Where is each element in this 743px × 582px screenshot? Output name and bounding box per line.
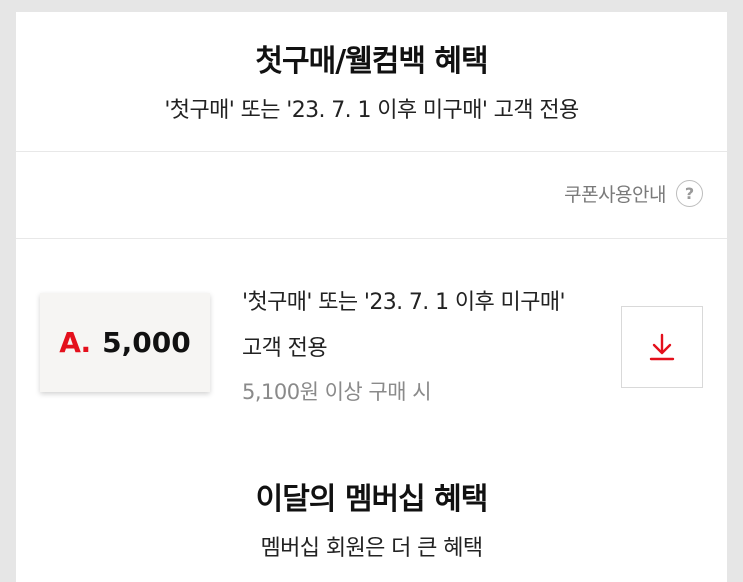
membership-section-subtitle: 멤버십 회원은 더 큰 혜택: [260, 536, 484, 561]
coupon-condition: 5,100원 이상 구매 시: [242, 380, 432, 404]
membership-section-title: 이달의 멤버십 혜택: [255, 482, 489, 517]
brand-logo: A.: [59, 326, 91, 359]
page-subtitle: '첫구매' 또는 '23. 7. 1 이후 미구매' 고객 전용: [164, 98, 579, 123]
coupon-download-button[interactable]: [621, 306, 703, 388]
benefit-panel: 첫구매/웰컴백 혜택 '첫구매' 또는 '23. 7. 1 이후 미구매' 고객…: [16, 12, 727, 582]
first-purchase-header: 첫구매/웰컴백 혜택 '첫구매' 또는 '23. 7. 1 이후 미구매' 고객…: [16, 12, 727, 152]
page-title: 첫구매/웰컴백 혜택: [255, 44, 488, 79]
coupon-info: '첫구매' 또는 '23. 7. 1 이후 미구매' 고객 전용 5,100원 …: [242, 280, 622, 412]
coupon-guide-link[interactable]: 쿠폰사용안내 ?: [564, 180, 703, 207]
coupon-description-line1: '첫구매' 또는 '23. 7. 1 이후 미구매': [242, 290, 566, 315]
coupon-guide-label: 쿠폰사용안내: [564, 184, 666, 206]
coupon-guide-row: 쿠폰사용안내 ?: [16, 153, 727, 239]
coupon-ticket: A. 5,000: [40, 293, 210, 392]
coupon-description-line2: 고객 전용: [242, 336, 328, 361]
coupon-amount: 5,000: [102, 326, 191, 359]
question-mark-icon[interactable]: ?: [676, 180, 703, 207]
download-icon: [649, 333, 675, 361]
